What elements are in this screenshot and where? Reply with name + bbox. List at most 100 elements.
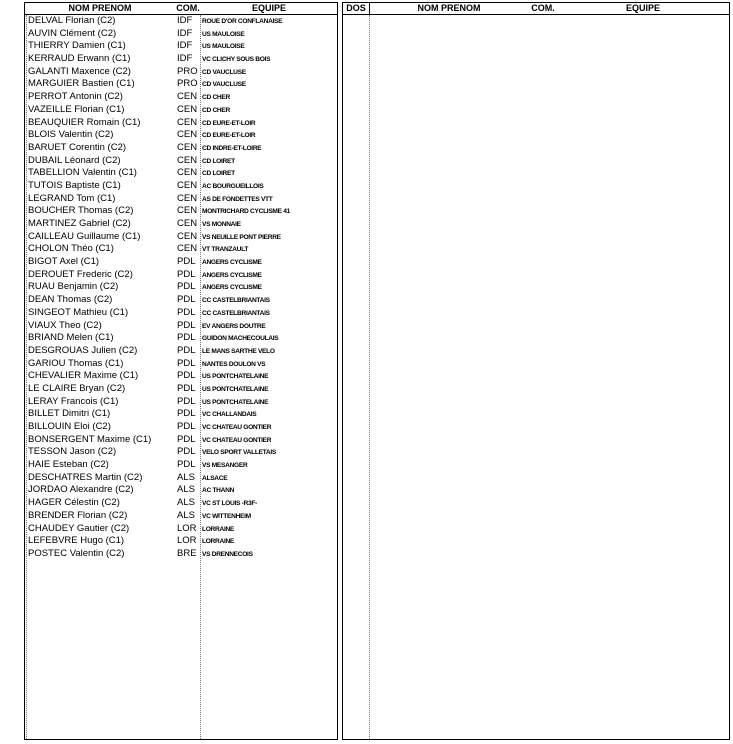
- team-name: CC CASTELBRIANTAIS: [202, 309, 270, 317]
- rider-name: CHOLON Théo (C1): [28, 243, 114, 255]
- table-row: GALANTI Maxence (C2) PRO CD VAUCLUSE: [25, 66, 337, 79]
- team-name: AS DE FONDETTES VTT: [202, 195, 273, 203]
- committee-code: CEN: [177, 141, 198, 153]
- committee-code: PDL: [177, 446, 196, 458]
- table-row: BILLET Dimitri (C1) PDL VC CHALLANDAIS: [25, 408, 337, 421]
- rider-name: DELVAL Florian (C2): [28, 15, 116, 26]
- table-row: RUAU Benjamin (C2) PDL ANGERS CYCLISME: [25, 281, 337, 294]
- table-row: HAIE Esteban (C2) PDL VS MESANGER: [25, 459, 337, 472]
- team-name: VC CHATEAU GONTIER: [202, 436, 272, 444]
- table-row: DEROUET Frederic (C2) PDL ANGERS CYCLISME: [25, 269, 337, 282]
- team-name: CD CHER: [202, 94, 230, 102]
- team-name: VC CLICHY SOUS BOIS: [202, 56, 271, 64]
- rider-name: BARUET Corentin (C2): [28, 141, 127, 153]
- rider-name: LEGRAND Tom (C1): [28, 192, 116, 204]
- rider-name: SINGEOT Mathieu (C1): [28, 306, 129, 318]
- table-row: GARIOU Thomas (C1) PDL NANTES DOULON VS: [25, 358, 337, 371]
- team-name: US PONTCHATELAINE: [202, 373, 269, 381]
- committee-code: PRO: [177, 65, 198, 77]
- rider-name: KERRAUD Erwann (C1): [28, 53, 131, 65]
- table-row: JORDAO Alexandre (C2) ALS AC THANN: [25, 484, 337, 497]
- team-name: ANGERS CYCLISME: [202, 284, 262, 292]
- team-name: VT TRANZAULT: [202, 246, 249, 254]
- table-row: HAGER Célestin (C2) ALS VC ST LOUIS -R3F-: [25, 497, 337, 510]
- team-name: VELO SPORT VALLETAIS: [202, 449, 276, 457]
- team-name: VS NEUILLE PONT PIERRE: [202, 233, 281, 241]
- table-row: MARGUIER Bastien (C1) PRO CD VAUCLUSE: [25, 78, 337, 91]
- table-row: TUTOIS Baptiste (C1) CEN AC BOURGUEILLOIS: [25, 180, 337, 193]
- committee-code: CEN: [177, 192, 198, 204]
- team-name: US MAULOISE: [202, 43, 245, 51]
- committee-code: IDF: [177, 53, 193, 65]
- rider-name: BRENDER Florian (C2): [28, 509, 128, 521]
- team-name: LE MANS SARTHE VELO: [202, 347, 275, 355]
- rider-name: GARIOU Thomas (C1): [28, 357, 124, 369]
- table-row: DUBAIL Léonard (C2) CEN CD LOIRET: [25, 155, 337, 168]
- committee-code: CEN: [177, 230, 198, 242]
- rider-name: DESCHATRES Martin (C2): [28, 471, 143, 483]
- rider-name: PERROT Antonin (C2): [28, 91, 123, 103]
- committee-code: PRO: [177, 78, 198, 90]
- committee-code: PDL: [177, 281, 196, 293]
- table-row: VAZEILLE Florian (C1) CEN CD CHER: [25, 104, 337, 117]
- table-row: BLOIS Valentin (C2) CEN CD EURE-ET-LOIR: [25, 129, 337, 142]
- table-row: LERAY Francois (C1) PDL US PONTCHATELAINE: [25, 396, 337, 409]
- table-row: CHOLON Théo (C1) CEN VT TRANZAULT: [25, 243, 337, 256]
- team-name: US PONTCHATELAINE: [202, 385, 269, 393]
- table-row: POSTEC Valentin (C2) BRE VS DRENNECOIS: [25, 548, 337, 561]
- rider-name: THIERRY Damien (C1): [28, 40, 126, 52]
- table-row: BRENDER Florian (C2) ALS VC WITTENHEIM: [25, 510, 337, 523]
- table-row: BARUET Corentin (C2) CEN CD INDRE-ET-LOIRE: [25, 142, 337, 155]
- committee-code: CEN: [177, 154, 198, 166]
- header-committee: COM.: [531, 3, 555, 13]
- team-name: VS MESANGER: [202, 462, 248, 470]
- committee-code: PDL: [177, 344, 196, 356]
- committee-code: IDF: [177, 27, 193, 39]
- bib-assignment-table: DOS NOM PRENOM COM. EQUIPE: [342, 2, 730, 740]
- table-row: THIERRY Damien (C1) IDF US MAULOISE: [25, 40, 337, 53]
- table-row: LEGRAND Tom (C1) CEN AS DE FONDETTES VTT: [25, 193, 337, 206]
- team-name: MONTRICHARD CYCLISME 41: [202, 208, 290, 216]
- table-row: BOUCHER Thomas (C2) CEN MONTRICHARD CYCLIS…: [25, 205, 337, 218]
- team-name: VC CHATEAU GONTIER: [202, 424, 272, 431]
- rider-name: BEAUQUIER Romain (C1): [28, 116, 141, 128]
- team-name: US MAULOISE: [202, 30, 245, 38]
- header-team: EQUIPE: [251, 3, 286, 13]
- team-name: CD VAUCLUSE: [202, 68, 246, 76]
- committee-code: PDL: [177, 459, 196, 471]
- table-row: PERROT Antonin (C2) CEN CD CHER: [25, 91, 337, 104]
- committee-code: PDL: [177, 370, 196, 382]
- committee-code: ALS: [177, 497, 195, 509]
- rider-name: HAGER Célestin (C2): [28, 497, 120, 509]
- column-divider: [369, 15, 370, 739]
- committee-code: PDL: [177, 357, 196, 369]
- rider-name: CHEVALIER Maxime (C1): [28, 370, 139, 382]
- committee-code: LOR: [177, 522, 197, 534]
- team-name: ANGERS CYCLISME: [202, 271, 262, 279]
- table-row: TESSON Jason (C2) PDL VELO SPORT VALLETAIS: [25, 446, 337, 459]
- header-name: NOM PRENOM: [68, 3, 132, 13]
- rider-name: BLOIS Valentin (C2): [28, 129, 114, 141]
- team-name: CD VAUCLUSE: [202, 81, 246, 89]
- rider-name: RUAU Benjamin (C2): [28, 281, 119, 293]
- table-row: DELVAL Florian (C2) IDF ROUE D'OR CONFLANA…: [25, 15, 337, 28]
- rider-name: DEROUET Frederic (C2): [28, 268, 133, 280]
- rider-name: TABELLION Valentin (C1): [28, 167, 137, 179]
- rider-name: TESSON Jason (C2): [28, 446, 117, 458]
- table-row: CHEVALIER Maxime (C1) PDL US PONTCHATELAIN…: [25, 370, 337, 383]
- table-row: BONSERGENT Maxime (C1) PDL VC CHATEAU GONT…: [25, 434, 337, 447]
- rider-name: LEFEBVRE Hugo (C1): [28, 535, 125, 547]
- team-name: ANGERS CYCLISME: [202, 259, 262, 267]
- team-name: CC CASTELBRIANTAIS: [202, 297, 270, 305]
- team-name: LORRAINE: [202, 525, 235, 533]
- table-row: CAILLEAU Guillaume (C1) CEN VS NEUILLE PON…: [25, 231, 337, 244]
- rider-name: POSTEC Valentin (C2): [28, 547, 125, 559]
- team-name: CD LOIRET: [202, 170, 235, 178]
- team-name: NANTES DOULON VS: [202, 360, 266, 368]
- table-row: BEAUQUIER Romain (C1) CEN CD EURE-ET-LOIR: [25, 117, 337, 130]
- committee-code: PDL: [177, 433, 196, 445]
- committee-code: PDL: [177, 382, 196, 394]
- table-row: DESGROUAS Julien (C2) PDL LE MANS SARTHE V…: [25, 345, 337, 358]
- table-row: DEAN Thomas (C2) PDL CC CASTELBRIANTAIS: [25, 294, 337, 307]
- header-committee: COM.: [176, 3, 200, 13]
